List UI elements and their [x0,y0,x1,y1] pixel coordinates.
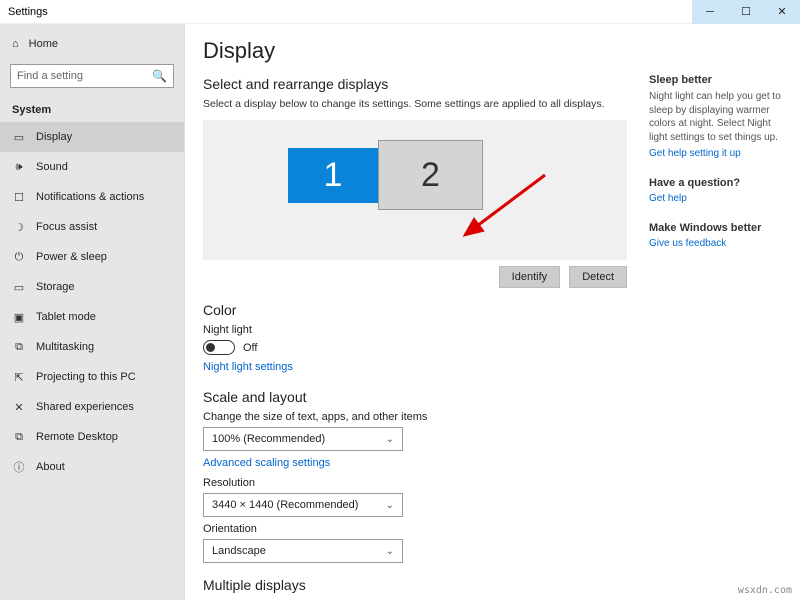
sidebar-item-label: Multitasking [36,341,94,353]
project-icon: ⇱ [12,371,26,384]
window-title: Settings [0,6,48,18]
sound-icon: 🕪 [12,161,26,174]
resolution-label: Resolution [203,477,627,489]
sidebar-item-remote[interactable]: ⧉ Remote Desktop [0,422,184,452]
resolution-value: 3440 × 1440 (Recommended) [212,499,358,511]
display-icon: ▭ [12,131,26,144]
sidebar-item-label: Tablet mode [36,311,96,323]
sidebar-item-about[interactable]: ⓘ About [0,452,184,482]
close-button[interactable]: ✕ [764,0,800,24]
sidebar-item-display[interactable]: ▭ Display [0,122,184,152]
night-light-state: Off [243,342,257,354]
feedback-link[interactable]: Give us feedback [649,238,786,249]
sleep-text: Night light can help you get to sleep by… [649,90,786,144]
sidebar-item-power[interactable]: ⏻ Power & sleep [0,242,184,272]
home-link[interactable]: ⌂ Home [0,30,184,58]
search-icon: 🔍 [152,69,167,83]
night-light-settings-link[interactable]: Night light settings [203,361,293,373]
night-light-toggle[interactable] [203,340,235,355]
resolution-dropdown[interactable]: 3440 × 1440 (Recommended) ⌄ [203,493,403,517]
orientation-value: Landscape [212,545,266,557]
sidebar-item-multitasking[interactable]: ⧉ Multitasking [0,332,184,362]
sidebar-item-notifications[interactable]: ☐ Notifications & actions [0,182,184,212]
sidebar-item-sound[interactable]: 🕪 Sound [0,152,184,182]
search-input[interactable]: Find a setting 🔍 [10,64,174,88]
section-heading: System [0,94,184,122]
sidebar-item-storage[interactable]: ▭ Storage [0,272,184,302]
scale-heading: Scale and layout [203,389,627,405]
tablet-icon: ▣ [12,311,26,324]
sidebar-item-label: Display [36,131,72,143]
power-icon: ⏻ [12,251,26,264]
content-area: Display Select and rearrange displays Se… [185,24,645,600]
color-heading: Color [203,302,627,318]
display-2[interactable]: 2 [378,140,483,210]
sidebar-item-shared[interactable]: ✕ Shared experiences [0,392,184,422]
chevron-down-icon: ⌄ [386,500,394,511]
sidebar-item-label: Power & sleep [36,251,107,263]
chevron-down-icon: ⌄ [386,546,394,557]
sidebar-item-label: Sound [36,161,68,173]
scale-value: 100% (Recommended) [212,433,325,445]
scale-dropdown[interactable]: 100% (Recommended) ⌄ [203,427,403,451]
identify-button[interactable]: Identify [499,266,560,288]
sleep-link[interactable]: Get help setting it up [649,148,786,159]
multi-heading: Multiple displays [203,577,627,593]
page-title: Display [203,38,627,64]
about-icon: ⓘ [12,459,26,475]
arrange-heading: Select and rearrange displays [203,76,627,92]
home-icon: ⌂ [12,38,19,50]
search-placeholder: Find a setting [17,70,83,82]
display-1[interactable]: 1 [288,148,378,203]
remote-icon: ⧉ [12,431,26,444]
sidebar-item-projecting[interactable]: ⇱ Projecting to this PC [0,362,184,392]
scale-label: Change the size of text, apps, and other… [203,411,627,423]
sidebar-item-label: Remote Desktop [36,431,118,443]
display-arranger[interactable]: 1 2 [203,120,627,260]
focus-icon: ☽ [12,221,26,234]
arrange-desc: Select a display below to change its set… [203,98,627,110]
feedback-heading: Make Windows better [649,222,786,234]
orientation-dropdown[interactable]: Landscape ⌄ [203,539,403,563]
sidebar-item-focus-assist[interactable]: ☽ Focus assist [0,212,184,242]
storage-icon: ▭ [12,281,26,294]
night-light-label: Night light [203,324,627,336]
sidebar-item-tablet[interactable]: ▣ Tablet mode [0,302,184,332]
maximize-button[interactable]: ☐ [728,0,764,24]
sidebar-item-label: Notifications & actions [36,191,144,203]
minimize-button[interactable]: ─ [692,0,728,24]
sidebar-item-label: Focus assist [36,221,97,233]
detect-button[interactable]: Detect [569,266,627,288]
get-help-link[interactable]: Get help [649,193,786,204]
sleep-heading: Sleep better [649,74,786,86]
right-pane: Sleep better Night light can help you ge… [645,24,800,600]
chevron-down-icon: ⌄ [386,434,394,445]
sidebar-item-label: Shared experiences [36,401,134,413]
notifications-icon: ☐ [12,191,26,204]
home-label: Home [29,38,58,50]
advanced-scaling-link[interactable]: Advanced scaling settings [203,457,330,469]
sidebar-item-label: Projecting to this PC [36,371,136,383]
question-heading: Have a question? [649,177,786,189]
multitask-icon: ⧉ [12,341,26,354]
watermark: wsxdn.com [738,585,792,596]
sidebar: ⌂ Home Find a setting 🔍 System ▭ Display… [0,24,185,600]
titlebar: Settings ─ ☐ ✕ [0,0,800,24]
sidebar-item-label: About [36,461,65,473]
sidebar-item-label: Storage [36,281,75,293]
shared-icon: ✕ [12,401,26,414]
orientation-label: Orientation [203,523,627,535]
